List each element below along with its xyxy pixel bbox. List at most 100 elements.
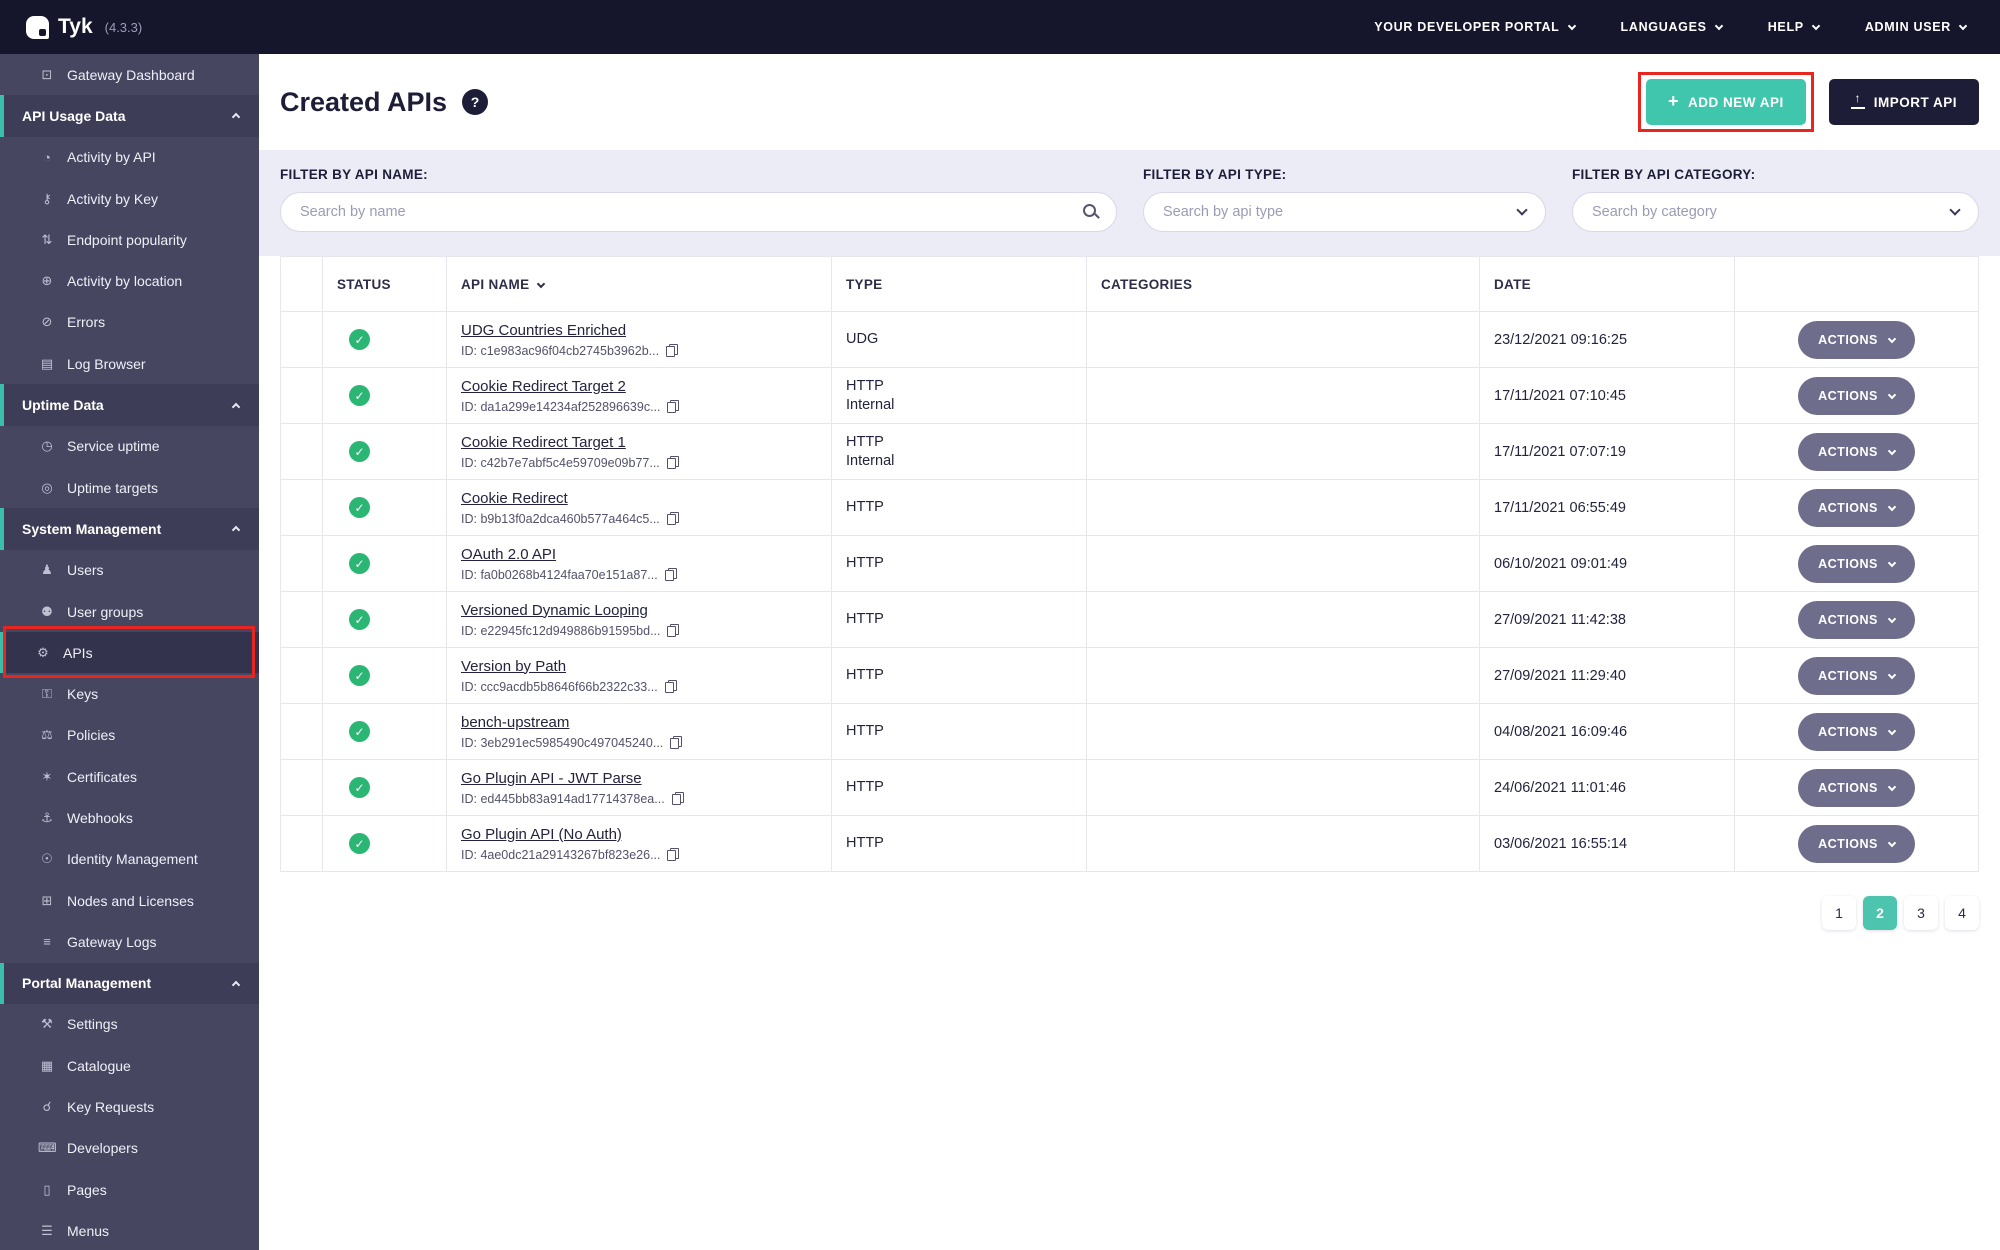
- copy-icon[interactable]: [670, 736, 683, 749]
- api-name-link[interactable]: bench-upstream: [461, 714, 569, 731]
- api-name-link[interactable]: Cookie Redirect: [461, 490, 568, 507]
- sidebar-item-policies[interactable]: ⚖ Policies: [0, 715, 259, 756]
- api-name-link[interactable]: Go Plugin API - JWT Parse: [461, 770, 642, 787]
- sidebar-item-webhooks[interactable]: ⚓ Webhooks: [0, 797, 259, 838]
- sidebar-item-developers[interactable]: ⌨ Developers: [0, 1128, 259, 1169]
- actions-button[interactable]: ACTIONS: [1798, 656, 1915, 695]
- api-category-select[interactable]: Search by category: [1572, 192, 1979, 232]
- sidebar-item-activity-by-api[interactable]: ◔ Activity by API: [0, 137, 259, 178]
- actions-button[interactable]: ACTIONS: [1798, 712, 1915, 751]
- page-title: Created APIs: [280, 86, 448, 117]
- copy-icon[interactable]: [664, 680, 677, 693]
- sidebar-item-identity-management[interactable]: ☉ Identity Management: [0, 839, 259, 880]
- add-new-api-label: ADD NEW API: [1687, 94, 1784, 110]
- header-actions: [1734, 256, 1979, 312]
- api-name-link[interactable]: Cookie Redirect Target 2: [461, 378, 626, 395]
- api-name-link[interactable]: OAuth 2.0 API: [461, 546, 556, 563]
- search-by-name-input[interactable]: [280, 192, 1117, 232]
- sidebar-item-endpoint-popularity[interactable]: ⇅ Endpoint popularity: [0, 219, 259, 260]
- api-name-link[interactable]: Versioned Dynamic Looping: [461, 602, 648, 619]
- api-id: ID: 4ae0dc21a29143267bf823e26...: [461, 848, 817, 862]
- copy-icon[interactable]: [666, 344, 679, 357]
- status-cell: ✓: [322, 815, 447, 872]
- actions-button[interactable]: ACTIONS: [1798, 488, 1915, 527]
- api-name-cell: Version by Path ID: ccc9acdb5b8646f66b232…: [446, 647, 832, 704]
- pagination-page-1[interactable]: 1: [1822, 896, 1856, 930]
- sidebar-item-pages[interactable]: ▯ Pages: [0, 1169, 259, 1210]
- table-row: ✓ Versioned Dynamic Looping ID: e22945fc12…: [280, 591, 1979, 648]
- api-name-link[interactable]: Go Plugin API (No Auth): [461, 826, 622, 843]
- sidebar-item-user-groups[interactable]: ⚉ User groups: [0, 591, 259, 632]
- table-row: ✓ Cookie Redirect Target 1 ID: c42b7e7abf5…: [280, 423, 1979, 480]
- api-categories-cell: [1086, 535, 1480, 592]
- help-icon[interactable]: ?: [462, 89, 489, 115]
- sidebar-item-activity-by-key[interactable]: ⚷ Activity by Key: [0, 178, 259, 219]
- actions-button[interactable]: ACTIONS: [1798, 544, 1915, 583]
- api-categories-cell: [1086, 367, 1480, 424]
- pagination-page-2[interactable]: 2: [1863, 896, 1897, 930]
- sidebar-item-label: System Management: [22, 520, 162, 537]
- sidebar-item-log-browser[interactable]: ▤ Log Browser: [0, 343, 259, 384]
- api-id-text: ID: da1a299e14234af252896639c...: [461, 399, 661, 414]
- copy-icon[interactable]: [666, 512, 679, 525]
- row-spacer: [280, 535, 323, 592]
- copy-icon[interactable]: [667, 848, 680, 861]
- actions-button[interactable]: ACTIONS: [1798, 376, 1915, 415]
- import-api-button[interactable]: ↑ IMPORT API: [1828, 79, 1979, 125]
- copy-icon[interactable]: [671, 792, 684, 805]
- sidebar-item-portal-management[interactable]: Portal Management: [0, 962, 259, 1004]
- copy-icon[interactable]: [664, 568, 677, 581]
- actions-button[interactable]: ACTIONS: [1798, 824, 1915, 863]
- status-cell: ✓: [322, 367, 447, 424]
- header-api-name[interactable]: API NAME: [446, 256, 832, 312]
- sidebar-item-certificates[interactable]: ✶ Certificates: [0, 756, 259, 797]
- actions-button[interactable]: ACTIONS: [1798, 432, 1915, 471]
- sidebar-item-settings[interactable]: ⚒ Settings: [0, 1004, 259, 1045]
- api-type-cell: HTTP: [831, 647, 1087, 704]
- sidebar-item-service-uptime[interactable]: ◷ Service uptime: [0, 426, 259, 467]
- sidebar-item-gateway-dashboard[interactable]: ⊡ Gateway Dashboard: [0, 54, 259, 95]
- sidebar-item-menus[interactable]: ☰ Menus: [0, 1210, 259, 1250]
- sidebar-item-apis[interactable]: ⚙ APIs: [0, 632, 259, 674]
- api-type-select[interactable]: Search by api type: [1143, 192, 1546, 232]
- filter-by-category: FILTER BY API CATEGORY: Search by catego…: [1572, 167, 1979, 232]
- topnav-item-admin-user[interactable]: ADMIN USER: [1865, 20, 1968, 34]
- sidebar-item-users[interactable]: ♟ Users: [0, 550, 259, 591]
- api-name-link[interactable]: Cookie Redirect Target 1: [461, 434, 626, 451]
- sidebar-item-nodes-and-licenses[interactable]: ⊞ Nodes and Licenses: [0, 880, 259, 921]
- api-type-cell: HTTP: [831, 535, 1087, 592]
- api-id-text: ID: 4ae0dc21a29143267bf823e26...: [461, 847, 661, 862]
- actions-button[interactable]: ACTIONS: [1798, 600, 1915, 639]
- pagination-page-3[interactable]: 3: [1904, 896, 1938, 930]
- sidebar-item-activity-by-location[interactable]: ⊕ Activity by location: [0, 260, 259, 301]
- api-type-placeholder: Search by api type: [1163, 204, 1284, 220]
- topnav-item-your-developer-portal[interactable]: YOUR DEVELOPER PORTAL: [1374, 20, 1576, 34]
- add-new-api-button[interactable]: + ADD NEW API: [1645, 79, 1806, 125]
- sidebar-item-uptime-targets[interactable]: ◎ Uptime targets: [0, 467, 259, 508]
- api-name-link[interactable]: UDG Countries Enriched: [461, 322, 626, 339]
- actions-button[interactable]: ACTIONS: [1798, 768, 1915, 807]
- actions-button[interactable]: ACTIONS: [1798, 320, 1915, 359]
- sidebar-item-keys[interactable]: ⚿ Keys: [0, 673, 259, 714]
- sidebar-item-errors[interactable]: ⊘ Errors: [0, 302, 259, 343]
- sidebar-item-uptime-data[interactable]: Uptime Data: [0, 384, 259, 426]
- actions-cell: ACTIONS: [1734, 759, 1979, 816]
- tyk-logo-icon: [26, 15, 49, 39]
- sidebar-item-label: API Usage Data: [22, 107, 126, 124]
- topnav-item-languages[interactable]: LANGUAGES: [1621, 20, 1723, 34]
- copy-icon[interactable]: [666, 456, 679, 469]
- sidebar-item-label: Identity Management: [67, 851, 198, 868]
- table-row: ✓ UDG Countries Enriched ID: c1e983ac96f04…: [280, 311, 1979, 368]
- topnav-item-help[interactable]: HELP: [1768, 20, 1821, 34]
- pagination-page-4[interactable]: 4: [1945, 896, 1979, 930]
- sidebar-item-api-usage-data[interactable]: API Usage Data: [0, 95, 259, 137]
- copy-icon[interactable]: [667, 624, 680, 637]
- api-name-link[interactable]: Version by Path: [461, 658, 566, 675]
- sidebar-item-catalogue[interactable]: ▦ Catalogue: [0, 1045, 259, 1086]
- status-cell: ✓: [322, 591, 447, 648]
- sidebar-item-label: Developers: [67, 1140, 138, 1157]
- copy-icon[interactable]: [667, 400, 680, 413]
- sidebar-item-key-requests[interactable]: ☌ Key Requests: [0, 1086, 259, 1127]
- sidebar-item-gateway-logs[interactable]: ≡ Gateway Logs: [0, 921, 259, 962]
- sidebar-item-system-management[interactable]: System Management: [0, 508, 259, 550]
